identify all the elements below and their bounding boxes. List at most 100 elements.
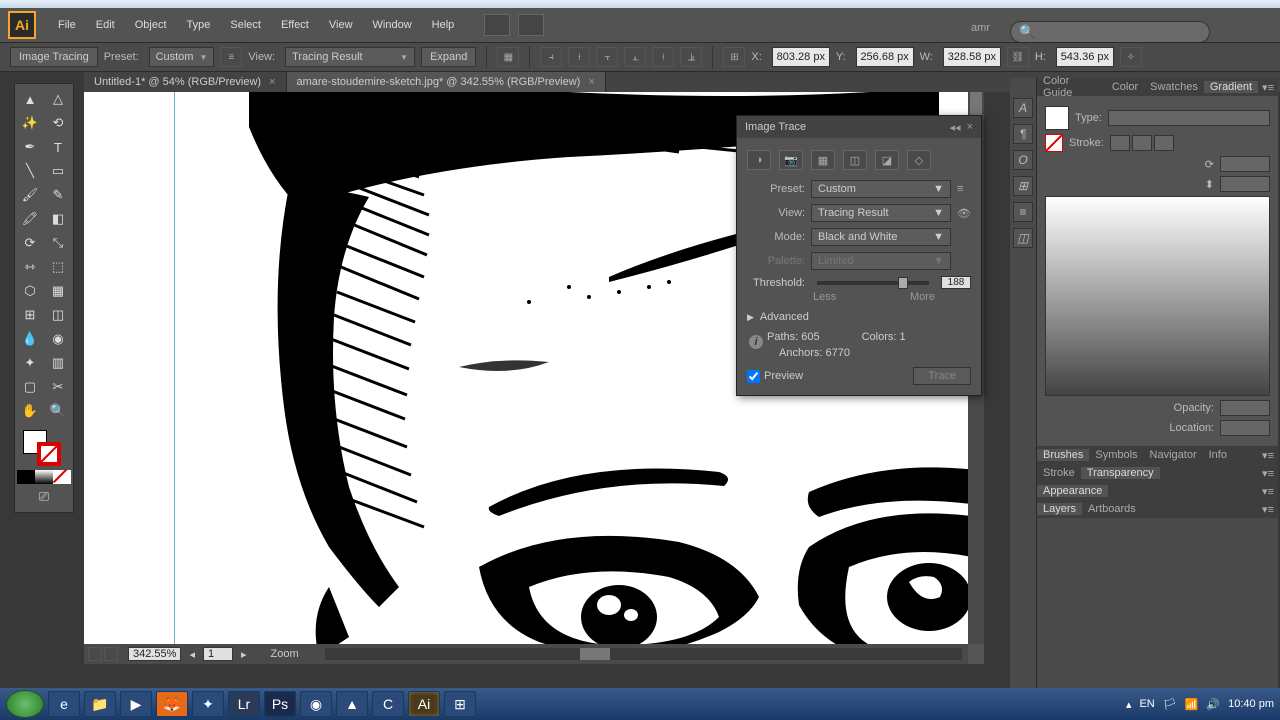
panel-menu-icon[interactable]: ▾≡ bbox=[1258, 467, 1278, 480]
trace-view-dropdown[interactable]: Tracing Result▼ bbox=[811, 204, 951, 222]
user-label[interactable]: amr bbox=[971, 22, 990, 34]
horizontal-scrollbar[interactable] bbox=[325, 648, 962, 660]
w-input[interactable]: 328.58 px bbox=[943, 47, 1001, 67]
preset-bw-icon[interactable]: ◪ bbox=[875, 150, 899, 170]
preset-high-icon[interactable]: 📷 bbox=[779, 150, 803, 170]
panel-close-icon[interactable]: × bbox=[967, 121, 973, 134]
link-wh-icon[interactable]: ⛓ bbox=[1007, 47, 1029, 67]
start-button[interactable] bbox=[6, 690, 44, 718]
arrange-docs-icon[interactable] bbox=[518, 14, 544, 36]
tab-appearance[interactable]: Appearance bbox=[1037, 485, 1108, 497]
artboard-tool[interactable]: ▢ bbox=[17, 376, 43, 398]
panel-menu-icon[interactable]: ▾≡ bbox=[1258, 449, 1278, 462]
pencil-tool[interactable]: ✎ bbox=[45, 184, 71, 206]
align-vcenter-icon[interactable]: ⟊ bbox=[652, 47, 674, 67]
mesh-tool[interactable]: ⊞ bbox=[17, 304, 43, 326]
tb-ie[interactable]: e bbox=[48, 691, 80, 717]
gradient-type-dropdown[interactable] bbox=[1108, 110, 1270, 126]
graph-tool[interactable]: ▥ bbox=[45, 352, 71, 374]
preset-save-icon[interactable]: ≡ bbox=[957, 183, 971, 195]
trace-preset-dropdown[interactable]: Custom▼ bbox=[811, 180, 951, 198]
gradient-swatch[interactable] bbox=[1045, 106, 1069, 130]
free-transform-tool[interactable]: ⬚ bbox=[45, 256, 71, 278]
tab-navigator[interactable]: Navigator bbox=[1144, 449, 1203, 461]
blend-tool[interactable]: ◉ bbox=[45, 328, 71, 350]
aspect-input[interactable] bbox=[1220, 176, 1270, 192]
doc-tab-1[interactable]: Untitled-1* @ 54% (RGB/Preview)× bbox=[84, 72, 287, 92]
align-hcenter-icon[interactable]: ⟊ bbox=[568, 47, 590, 67]
tab-layers[interactable]: Layers bbox=[1037, 503, 1082, 515]
close-tab-icon[interactable]: × bbox=[269, 76, 275, 88]
align-left-icon[interactable]: ⫞ bbox=[540, 47, 562, 67]
dock-opentype-icon[interactable]: O bbox=[1013, 150, 1033, 170]
tab-gradient[interactable]: Gradient bbox=[1204, 81, 1258, 93]
tray-flag-icon[interactable]: 🏳 bbox=[1163, 698, 1177, 711]
selection-tool[interactable]: ▲ bbox=[17, 88, 43, 110]
magic-wand-tool[interactable]: ✨ bbox=[17, 112, 43, 134]
threshold-slider[interactable] bbox=[817, 281, 929, 285]
perspective-tool[interactable]: ▦ bbox=[45, 280, 71, 302]
tb-photoshop[interactable]: Ps bbox=[264, 691, 296, 717]
trace-button[interactable]: Trace bbox=[913, 367, 971, 385]
transform-icon[interactable]: ⊞ bbox=[723, 47, 745, 67]
tb-app2[interactable]: ▲ bbox=[336, 691, 368, 717]
pen-tool[interactable]: ✒ bbox=[17, 136, 43, 158]
tb-app1[interactable]: ✦ bbox=[192, 691, 224, 717]
tab-brushes[interactable]: Brushes bbox=[1037, 449, 1089, 461]
constrain-icon[interactable]: ✧ bbox=[1120, 47, 1142, 67]
align-top-icon[interactable]: ⫠ bbox=[624, 47, 646, 67]
rotate-tool[interactable]: ⟳ bbox=[17, 232, 43, 254]
paintbrush-tool[interactable]: 🖌 bbox=[17, 184, 43, 206]
panel-menu-icon[interactable]: ▾≡ bbox=[1258, 485, 1278, 498]
tab-stroke[interactable]: Stroke bbox=[1037, 467, 1081, 479]
lasso-tool[interactable]: ⟲ bbox=[45, 112, 71, 134]
tb-app3[interactable]: C bbox=[372, 691, 404, 717]
panel-menu-icon[interactable]: ▾≡ bbox=[1258, 81, 1278, 94]
tab-symbols[interactable]: Symbols bbox=[1089, 449, 1143, 461]
doc-tab-2[interactable]: amare-stoudemire-sketch.jpg* @ 342.55% (… bbox=[287, 72, 606, 92]
tray-lang[interactable]: EN bbox=[1139, 698, 1154, 710]
dock-pathfinder-icon[interactable]: ◫ bbox=[1013, 228, 1033, 248]
tb-lightroom[interactable]: Lr bbox=[228, 691, 260, 717]
expand-button[interactable]: Expand bbox=[421, 47, 476, 67]
tb-illustrator[interactable]: Ai bbox=[408, 691, 440, 717]
gradient-tool[interactable]: ◫ bbox=[45, 304, 71, 326]
hand-tool[interactable]: ✋ bbox=[17, 400, 43, 422]
view-dropdown[interactable]: Tracing Result▼ bbox=[285, 47, 415, 67]
type-tool[interactable]: T bbox=[45, 136, 71, 158]
tab-color[interactable]: Color bbox=[1106, 81, 1144, 93]
gpu-icon[interactable] bbox=[104, 647, 118, 661]
threshold-value[interactable]: 188 bbox=[941, 276, 971, 289]
dock-para-icon[interactable]: ¶ bbox=[1013, 124, 1033, 144]
stroke-gradient-icon[interactable] bbox=[1045, 134, 1063, 152]
close-tab-icon[interactable]: × bbox=[588, 76, 594, 88]
dock-transform-icon[interactable]: ⊞ bbox=[1013, 176, 1033, 196]
width-tool[interactable]: ⇿ bbox=[17, 256, 43, 278]
panel-collapse-icon[interactable]: ◂◂ bbox=[950, 121, 961, 134]
artboard-nav[interactable]: 1 bbox=[203, 647, 233, 661]
view-mode-icon[interactable] bbox=[88, 647, 102, 661]
scale-tool[interactable]: ⤡ bbox=[45, 232, 71, 254]
align-bottom-icon[interactable]: ⫡ bbox=[680, 47, 702, 67]
panel-menu-icon[interactable]: ▾≡ bbox=[1258, 503, 1278, 516]
zoom-tool[interactable]: 🔍 bbox=[45, 400, 71, 422]
slice-tool[interactable]: ✂ bbox=[45, 376, 71, 398]
zoom-display[interactable]: 342.55% bbox=[128, 647, 181, 661]
tab-transparency[interactable]: Transparency bbox=[1081, 467, 1160, 479]
menu-file[interactable]: File bbox=[48, 19, 86, 31]
angle-input[interactable] bbox=[1220, 156, 1270, 172]
mask-icon[interactable]: ▦ bbox=[497, 47, 519, 67]
bridge-icon[interactable] bbox=[484, 14, 510, 36]
menu-view[interactable]: View bbox=[319, 19, 363, 31]
tab-swatches[interactable]: Swatches bbox=[1144, 81, 1204, 93]
menu-effect[interactable]: Effect bbox=[271, 19, 319, 31]
tray-clock[interactable]: 10:40 pm bbox=[1228, 698, 1274, 710]
tray-expand-icon[interactable]: ▴ bbox=[1126, 698, 1132, 711]
trace-mode-dropdown[interactable]: Black and White▼ bbox=[811, 228, 951, 246]
rectangle-tool[interactable]: ▭ bbox=[45, 160, 71, 182]
menu-edit[interactable]: Edit bbox=[86, 19, 125, 31]
search-input[interactable]: 🔍 bbox=[1010, 21, 1210, 43]
tab-artboards[interactable]: Artboards bbox=[1082, 503, 1142, 515]
eraser-tool[interactable]: ◧ bbox=[45, 208, 71, 230]
dock-char-icon[interactable]: A bbox=[1013, 98, 1033, 118]
